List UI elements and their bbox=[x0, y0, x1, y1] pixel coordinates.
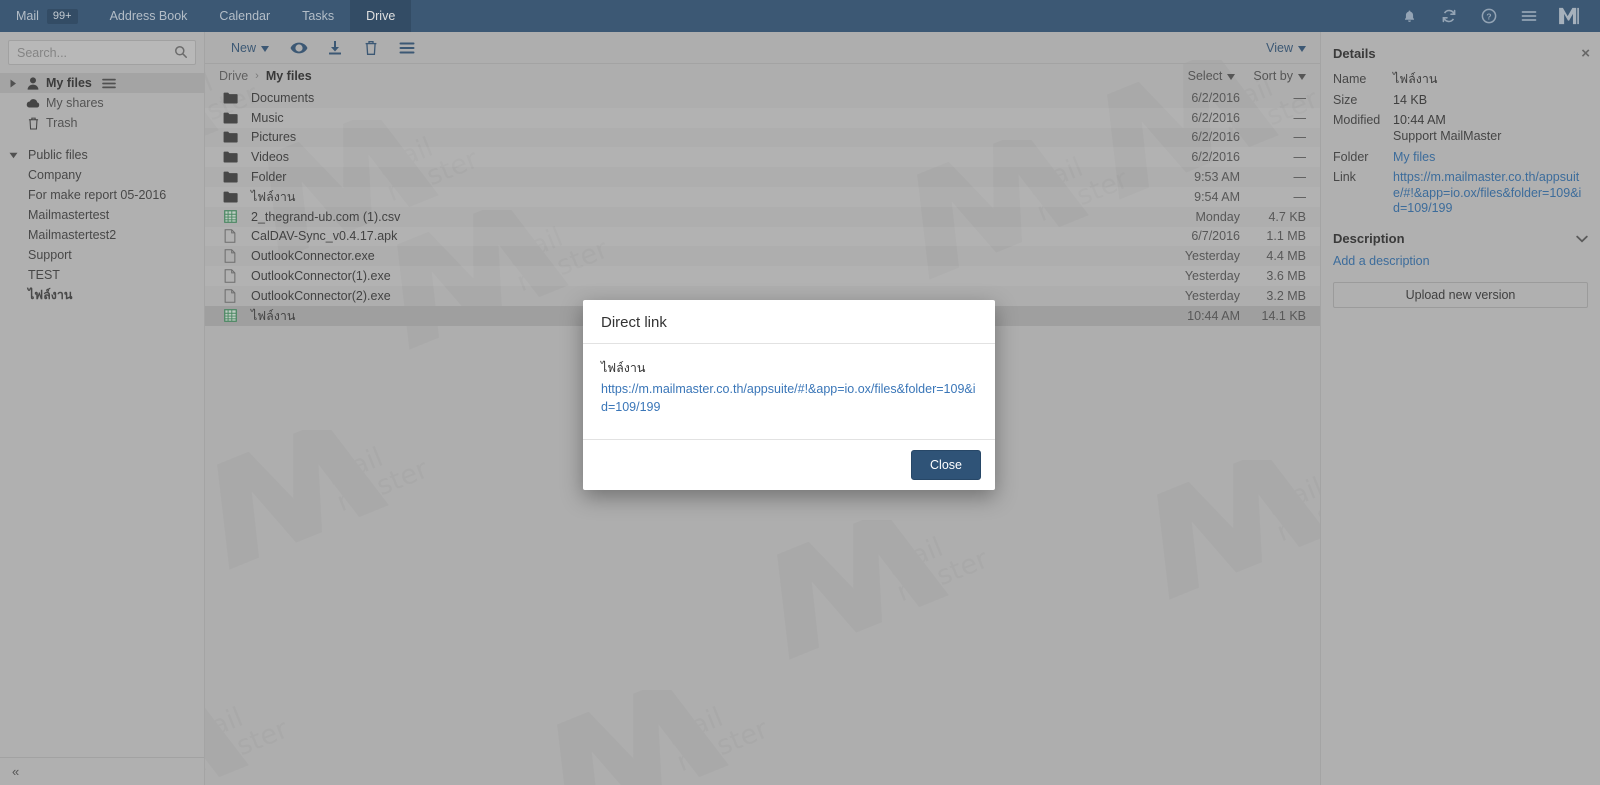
drive-app-window: mailmastermailmastermailmastermailmaster… bbox=[0, 0, 1600, 785]
dialog-direct-link[interactable]: https://m.mailmaster.co.th/appsuite/#!&a… bbox=[601, 381, 977, 417]
dialog-body: ไฟล์งาน https://m.mailmaster.co.th/appsu… bbox=[583, 344, 995, 439]
dialog-file-name: ไฟล์งาน bbox=[601, 361, 646, 375]
dialog-title: Direct link bbox=[583, 300, 995, 344]
direct-link-dialog: Direct link ไฟล์งาน https://m.mailmaster… bbox=[583, 300, 995, 490]
dialog-footer: Close bbox=[583, 438, 995, 490]
close-button[interactable]: Close bbox=[911, 449, 981, 480]
